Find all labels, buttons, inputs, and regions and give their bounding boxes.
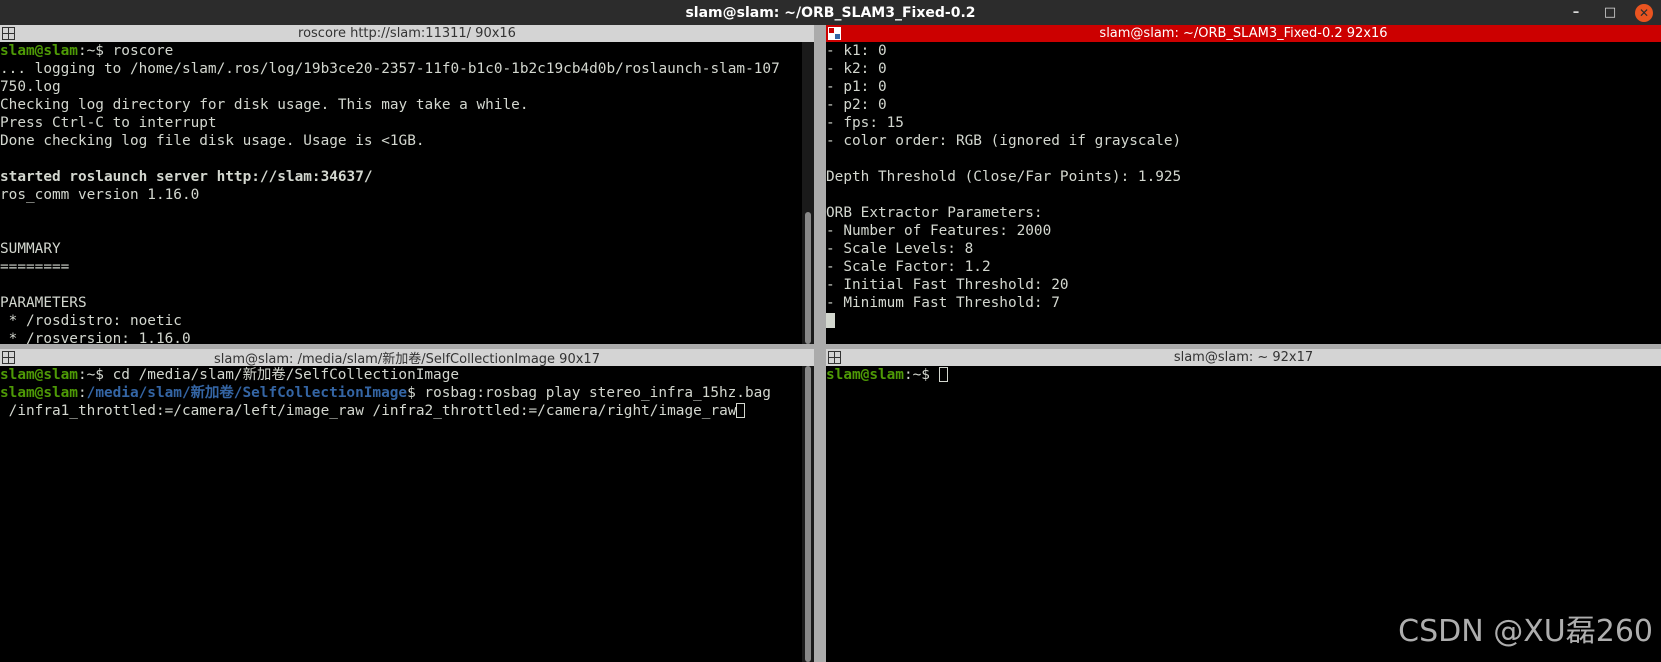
command-line: slam@slam:/media/slam/新加卷/SelfCollection… <box>0 385 771 401</box>
terminal-output[interactable]: - k1: 0 - k2: 0 - p1: 0 - p2: 0 - fps: 15 - c… <box>826 42 1661 344</box>
scrollbar[interactable] <box>802 42 814 344</box>
output-line: PARAMETERS <box>0 295 87 311</box>
output-line: - Number of Features: 2000 <box>826 223 1052 239</box>
terminal-split-icon[interactable] <box>2 27 15 40</box>
output-lines: ... logging to /home/slam/.ros/log/19b3c… <box>0 60 802 344</box>
terminal-output[interactable]: slam@slam:~$ roscore ... logging to /hom… <box>0 42 802 344</box>
output-line: Press Ctrl-C to interrupt <box>0 115 217 131</box>
output-lines: - k1: 0 - k2: 0 - p1: 0 - p2: 0 - fps: 15 - c… <box>826 42 1661 312</box>
output-line: ... logging to /home/slam/.ros/log/19b3c… <box>0 61 780 77</box>
maximize-button[interactable]: □ <box>1593 0 1627 25</box>
terminal-output[interactable]: slam@slam:~$ cd /media/slam/新加卷/SelfColl… <box>0 366 802 662</box>
pane-divider-vertical[interactable] <box>814 25 826 662</box>
output-line: ros_comm version 1.16.0 <box>0 187 200 203</box>
output-line: - Scale Levels: 8 <box>826 241 974 257</box>
output-line: - Minimum Fast Threshold: 7 <box>826 295 1060 311</box>
output-line: - k2: 0 <box>826 61 887 77</box>
output-line: Done checking log file disk usage. Usage… <box>0 133 425 149</box>
output-line: Depth Threshold (Close/Far Points): 1.92… <box>826 169 1182 185</box>
pane-titlebar[interactable]: roscore http://slam:11311/ 90x16 <box>0 25 814 42</box>
terminal-split-icon[interactable] <box>828 351 841 364</box>
pane-title: slam@slam: ~ 92x17 <box>1173 350 1314 365</box>
pane-title: slam@slam: ~/ORB_SLAM3_Fixed-0.2 92x16 <box>1099 26 1388 41</box>
command-continuation: /infra1_throttled:=/camera/left/image_ra… <box>0 402 802 420</box>
terminal-pane-rosbag[interactable]: slam@slam: /media/slam/新加卷/SelfCollectio… <box>0 349 814 662</box>
output-line: - Scale Factor: 1.2 <box>826 259 991 275</box>
output-line: Checking log directory for disk usage. T… <box>0 97 529 113</box>
pane-titlebar[interactable]: slam@slam: ~ 92x17 <box>826 349 1661 366</box>
output-line: * /rosdistro: noetic <box>0 313 182 329</box>
terminal-pane-home[interactable]: slam@slam: ~ 92x17 slam@slam:~$ CSDN @XU… <box>826 349 1661 662</box>
output-line: - Initial Fast Threshold: 20 <box>826 277 1069 293</box>
pane-title: slam@slam: /media/slam/新加卷/SelfCollectio… <box>214 352 600 367</box>
scrollbar[interactable] <box>802 366 814 662</box>
pane-title: roscore http://slam:11311/ 90x16 <box>298 26 516 41</box>
scrollbar-thumb[interactable] <box>805 212 811 344</box>
terminal-split-icon[interactable] <box>2 351 15 364</box>
output-line: - color order: RGB (ignored if grayscale… <box>826 133 1182 149</box>
pane-titlebar[interactable]: slam@slam: ~/ORB_SLAM3_Fixed-0.2 92x16 <box>826 25 1661 42</box>
text-cursor <box>938 367 948 382</box>
output-line: - fps: 15 <box>826 115 904 131</box>
minimize-button[interactable]: – <box>1559 0 1593 25</box>
window-title: slam@slam: ~/ORB_SLAM3_Fixed-0.2 <box>685 4 976 21</box>
output-line: - p1: 0 <box>826 79 887 95</box>
watermark: CSDN @XU磊260 <box>1398 614 1653 649</box>
output-line: ======== <box>0 259 70 275</box>
terminal-pane-roscore[interactable]: roscore http://slam:11311/ 90x16 slam@sl… <box>0 25 814 344</box>
command-line: slam@slam:~$ cd /media/slam/新加卷/SelfColl… <box>0 367 460 383</box>
window-controls: – □ ✕ <box>1559 0 1661 25</box>
output-line: SUMMARY <box>0 241 61 257</box>
terminal-pane-orbslam[interactable]: slam@slam: ~/ORB_SLAM3_Fixed-0.2 92x16 -… <box>826 25 1661 344</box>
output-line: 750.log <box>0 79 61 95</box>
terminal-split-icon[interactable] <box>828 27 841 40</box>
window-titlebar: slam@slam: ~/ORB_SLAM3_Fixed-0.2 – □ ✕ <box>0 0 1661 25</box>
text-cursor <box>736 403 746 418</box>
scrollbar-thumb[interactable] <box>805 366 811 662</box>
text-cursor <box>826 313 835 328</box>
output-line: started roslaunch server http://slam:346… <box>0 169 373 185</box>
output-line: * /rosversion: 1.16.0 <box>0 331 191 344</box>
output-line: ORB Extractor Parameters: <box>826 205 1043 221</box>
command-line: slam@slam:~$ roscore <box>0 43 174 59</box>
close-icon: ✕ <box>1635 3 1653 22</box>
output-line: - k1: 0 <box>826 43 887 59</box>
close-button[interactable]: ✕ <box>1627 0 1661 25</box>
command-line: slam@slam:~$ <box>826 366 1661 384</box>
pane-titlebar[interactable]: slam@slam: /media/slam/新加卷/SelfCollectio… <box>0 349 814 367</box>
output-line: - p2: 0 <box>826 97 887 113</box>
